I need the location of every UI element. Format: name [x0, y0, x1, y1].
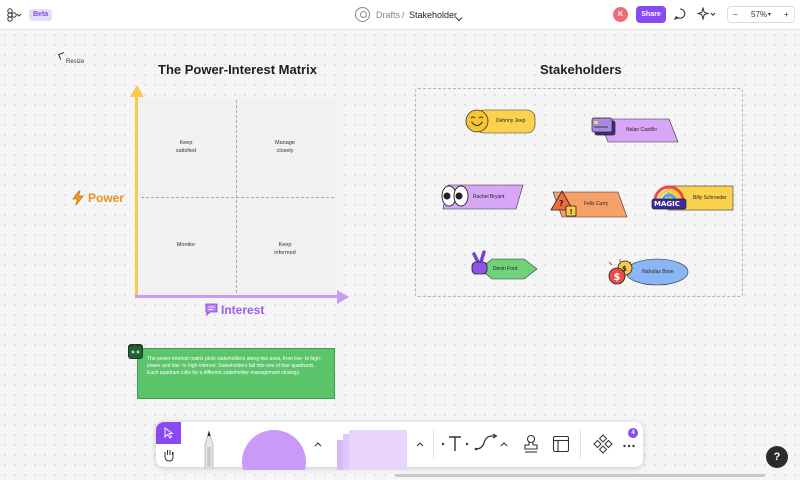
toolbar-divider	[580, 430, 581, 458]
beta-badge: Beta	[29, 9, 53, 21]
warning-question-icon: ?!	[550, 189, 578, 217]
shape-tool-circle-button[interactable]	[242, 430, 306, 480]
drafts-avatar-icon	[355, 7, 370, 22]
interest-axis-arrow	[337, 290, 349, 304]
matrix-title: The Power-Interest Matrix	[158, 62, 317, 77]
svg-text:?: ?	[559, 199, 564, 208]
quadrant-keep-satisfied[interactable]: Keep satisfied	[156, 139, 216, 155]
chevron-down-icon[interactable]	[455, 10, 463, 22]
marker-tool-button[interactable]	[196, 427, 222, 470]
stakeholder-name: Devin Ford	[493, 266, 518, 272]
connector-tool-icon[interactable]	[474, 433, 500, 453]
money-bag-icon: $ $	[606, 258, 634, 286]
power-axis-label: Power	[88, 191, 125, 205]
comment-icon[interactable]	[673, 7, 687, 26]
hand-tool-icon[interactable]	[162, 448, 176, 462]
peace-hand-icon	[470, 250, 490, 276]
magic-sticker-text: MAGIC	[654, 200, 680, 208]
stakeholder-name: Felix Curry	[584, 201, 609, 207]
sticky-note-tool-button[interactable]	[337, 430, 411, 474]
move-tool-button[interactable]	[156, 422, 181, 444]
power-axis-arrow	[130, 85, 144, 97]
zoom-level[interactable]: 57%	[751, 9, 767, 21]
interest-axis	[135, 295, 338, 298]
stakeholder-name: Nickolas Bose	[642, 269, 674, 275]
credit-card-icon	[591, 116, 617, 138]
chevron-down-icon[interactable]: ▾	[768, 9, 771, 21]
resize-icon[interactable]	[58, 52, 66, 60]
quadrant-monitor[interactable]: Monitor	[156, 241, 216, 249]
power-axis	[135, 95, 138, 298]
zoom-out-button[interactable]: −	[733, 9, 738, 21]
stakeholder-name: Rachel Bryant	[473, 194, 505, 200]
stakeholder-name: Billy Schroeder	[693, 195, 727, 201]
help-button[interactable]: ?	[766, 446, 788, 468]
note-text: The power-interest matrix plots stakehol…	[147, 356, 322, 376]
user-avatar[interactable]: K	[613, 7, 628, 22]
svg-text:$: $	[614, 272, 621, 283]
chevron-up-icon[interactable]	[415, 437, 425, 451]
smiley-face-icon	[465, 109, 489, 133]
quadrant-manage-closely[interactable]: Manage closely	[255, 139, 315, 155]
toolbar-divider	[433, 430, 434, 458]
chevron-up-icon[interactable]	[499, 437, 509, 451]
file-name[interactable]: Stakeholder	[409, 9, 457, 21]
notification-badge: 4	[628, 428, 638, 438]
horizontal-scrollbar[interactable]	[395, 474, 765, 477]
note-robot-face-icon	[128, 344, 143, 359]
share-button[interactable]: Share	[636, 6, 666, 23]
zoom-control: − 57% ▾ +	[727, 6, 795, 23]
svg-text:!: !	[570, 208, 573, 216]
stakeholder-name: Nolan Castillo	[626, 127, 657, 133]
text-tool-icon[interactable]	[440, 434, 470, 454]
eyes-icon	[441, 184, 469, 208]
speech-bubble-icon	[204, 302, 219, 317]
lightning-bolt-icon	[71, 190, 85, 206]
section-tool-icon[interactable]	[552, 435, 570, 453]
breadcrumb-drafts[interactable]: Drafts	[376, 9, 400, 21]
quadrant-keep-informed[interactable]: Keep informed	[255, 241, 315, 257]
svg-text:$: $	[622, 265, 627, 273]
magic-rainbow-icon: MAGIC	[651, 183, 687, 211]
components-more-tools-icon[interactable]	[593, 434, 613, 454]
sparkle-ai-icon[interactable]	[696, 6, 717, 26]
grid-divider-horizontal	[141, 197, 334, 198]
more-options-icon[interactable]	[622, 438, 636, 448]
stakeholder-name: Dehnny Jeep	[496, 118, 526, 124]
breadcrumb-separator: /	[402, 10, 405, 20]
chevron-up-icon[interactable]	[313, 437, 323, 451]
stakeholders-title: Stakeholders	[540, 62, 622, 77]
zoom-in-button[interactable]: +	[784, 9, 789, 21]
stamp-tool-icon[interactable]	[522, 434, 540, 454]
resize-label[interactable]: Resize	[66, 59, 84, 65]
main-menu-logo-icon[interactable]	[6, 8, 22, 22]
interest-axis-label: Interest	[221, 303, 265, 317]
